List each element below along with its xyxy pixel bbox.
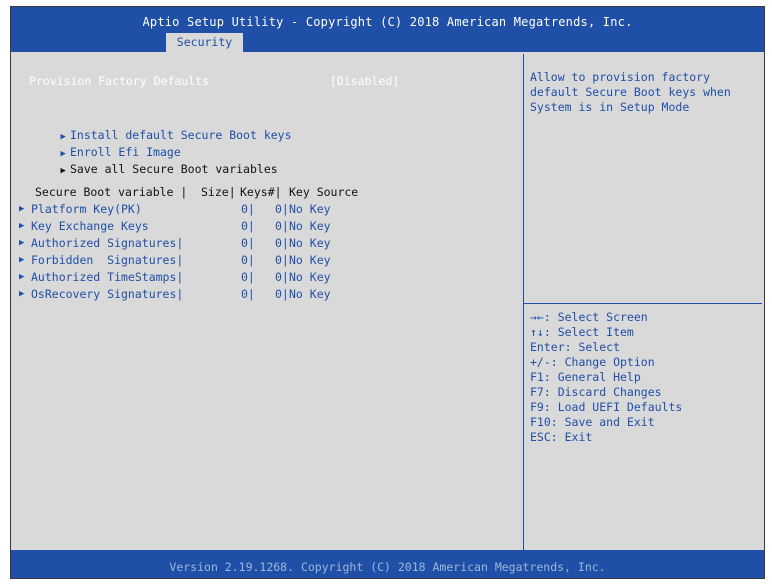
column-header-keys: Keys#| [240, 185, 282, 199]
main-panel: Provision Factory Defaults [Disabled] ▶ I… [13, 54, 524, 550]
variable-key-source: No Key [289, 219, 331, 233]
key-legend-exit: ESC: Exit [530, 430, 593, 444]
variable-name: Authorized TimeStamps| [31, 270, 184, 284]
triangle-right-icon: ▶ [19, 221, 25, 231]
key-legend-select-screen: →←: Select Screen [530, 310, 648, 324]
variable-name: Forbidden Signatures| [31, 253, 184, 267]
table-row[interactable]: ▶ OsRecovery Signatures| 0| 0| No Key [13, 287, 513, 301]
help-text: Allow to provision factory default Secur… [530, 70, 731, 114]
triangle-right-icon: ▶ [19, 255, 25, 265]
help-divider [524, 303, 762, 304]
save-secure-boot-variables-item[interactable]: ▶ Save all Secure Boot variables [19, 148, 278, 176]
provision-label: Provision Factory Defaults [29, 74, 210, 88]
key-legend-discard-changes: F7: Discard Changes [530, 385, 662, 399]
help-panel: Allow to provision factory default Secur… [524, 54, 762, 550]
table-row[interactable]: ▶ Platform Key(PK) 0| 0| No Key [13, 202, 513, 216]
variable-size: 0| [241, 202, 255, 216]
triangle-right-icon: ▶ [60, 166, 66, 176]
variable-key-source: No Key [289, 287, 331, 301]
table-row[interactable]: ▶ Forbidden Signatures| 0| 0| No Key [13, 253, 513, 267]
variable-table-header: Secure Boot variable | Size| Keys#| Key … [13, 185, 513, 199]
variable-size: 0| [241, 253, 255, 267]
variable-name: Key Exchange Keys [31, 219, 149, 233]
key-legend-load-defaults: F9: Load UEFI Defaults [530, 400, 683, 414]
variable-key-source: No Key [289, 270, 331, 284]
app-title: Aptio Setup Utility - Copyright (C) 2018… [142, 15, 633, 29]
variable-size: 0| [241, 270, 255, 284]
tab-security[interactable]: Security [166, 33, 243, 52]
enroll-efi-image-item[interactable]: ▶ Enroll Efi Image [19, 131, 181, 159]
variable-keys: 0| [275, 287, 289, 301]
triangle-right-icon: ▶ [19, 204, 25, 214]
table-row[interactable]: ▶ Authorized Signatures| 0| 0| No Key [13, 236, 513, 250]
variable-keys: 0| [275, 236, 289, 250]
bios-screen: Aptio Setup Utility - Copyright (C) 2018… [10, 6, 765, 579]
footer-bar: Version 2.19.1268. Copyright (C) 2018 Am… [11, 550, 764, 578]
column-header-size: Size| [201, 185, 236, 199]
variable-size: 0| [241, 236, 255, 250]
key-legend-change-option: +/-: Change Option [530, 355, 655, 369]
triangle-right-icon: ▶ [19, 238, 25, 248]
key-legend-enter: Enter: Select [530, 340, 621, 354]
key-legend-general-help: F1: General Help [530, 370, 641, 384]
variable-name: Platform Key(PK) [31, 202, 142, 216]
variable-keys: 0| [275, 270, 289, 284]
key-legend: →←: Select Screen ↑↓: Select Item Enter:… [530, 310, 682, 445]
variable-keys: 0| [275, 219, 289, 233]
variable-name: Authorized Signatures| [31, 236, 184, 250]
triangle-right-icon: ▶ [19, 272, 25, 282]
table-row[interactable]: ▶ Key Exchange Keys 0| 0| No Key [13, 219, 513, 233]
provision-value[interactable]: [Disabled] [330, 74, 399, 88]
variable-key-source: No Key [289, 236, 331, 250]
variable-name: OsRecovery Signatures| [31, 287, 184, 301]
install-default-keys-item[interactable]: ▶ Install default Secure Boot keys [19, 114, 292, 142]
column-header-variable: Secure Boot variable | [35, 185, 188, 199]
variable-key-source: No Key [289, 202, 331, 216]
key-legend-select-item: ↑↓: Select Item [530, 325, 634, 339]
provision-factory-defaults-row[interactable]: Provision Factory Defaults [Disabled] [19, 74, 399, 88]
variable-size: 0| [241, 287, 255, 301]
variable-keys: 0| [275, 202, 289, 216]
table-row[interactable]: ▶ Authorized TimeStamps| 0| 0| No Key [13, 270, 513, 284]
variable-keys: 0| [275, 253, 289, 267]
triangle-right-icon: ▶ [19, 289, 25, 299]
save-secure-boot-variables-label: Save all Secure Boot variables [69, 162, 278, 176]
header-bar: Aptio Setup Utility - Copyright (C) 2018… [11, 7, 764, 52]
variable-key-source: No Key [289, 253, 331, 267]
key-legend-save-exit: F10: Save and Exit [530, 415, 655, 429]
variable-size: 0| [241, 219, 255, 233]
column-header-key-source: Key Source [289, 185, 359, 199]
